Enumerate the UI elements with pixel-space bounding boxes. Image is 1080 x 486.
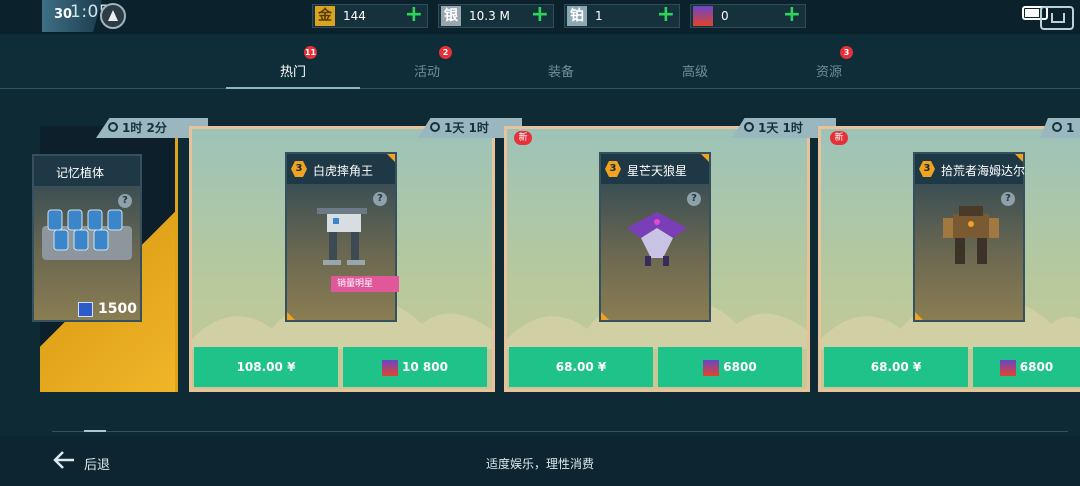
platinum-value: 1 (595, 9, 603, 23)
tab-events[interactable]: 2 活动 (360, 34, 494, 88)
implant-capsules-icon (42, 209, 132, 260)
bestseller-tag: 销量明星 (331, 276, 399, 292)
footer-slogan: 适度娱乐，理性消费 (485, 457, 594, 471)
tab-hot[interactable]: 11 热门 (226, 34, 360, 89)
currency-fire: 0 + (690, 2, 806, 28)
tab-equipment[interactable]: 装备 (494, 34, 628, 88)
buy-money-button[interactable]: 108.00 ¥ (194, 347, 338, 387)
clock-icon (108, 122, 118, 132)
offer-panel: 3 星芒天狼星 ? (599, 152, 711, 322)
offer-timer-text: 1时 2分 (122, 121, 167, 135)
tab-events-label: 活动 (413, 65, 440, 80)
gold-value: 144 (343, 9, 366, 23)
add-fire-button[interactable]: + (783, 2, 801, 28)
tab-premium[interactable]: 高级 (628, 34, 762, 88)
offer-name: 记忆植体 (56, 166, 105, 180)
buy-fire-button[interactable]: 10 800 (343, 347, 487, 387)
rank-icon[interactable] (100, 3, 126, 29)
exit-icon[interactable] (1040, 6, 1074, 30)
tab-resources-label: 资源 (815, 65, 842, 80)
tab-resources-badge: 3 (840, 46, 853, 59)
fire-icon (703, 359, 720, 376)
currency-platinum: 铂 1 + (564, 2, 680, 28)
platinum-icon: 铂 (567, 6, 587, 26)
tab-hot-label: 热门 (279, 65, 306, 80)
fire-icon (382, 359, 399, 376)
buy-fire-price: 6800 (723, 360, 757, 374)
tab-hot-badge: 11 (304, 46, 317, 59)
add-gold-button[interactable]: + (405, 2, 423, 28)
offer-panel: 3 拾荒者海姆达尔 ? (913, 152, 1025, 322)
currency-gold: 金 144 + (312, 2, 428, 28)
offer-timer: 1 (1040, 118, 1080, 138)
add-platinum-button[interactable]: + (657, 2, 675, 28)
offer-timer-text: 1天 1时 (444, 121, 489, 135)
buy-fire-price: 6800 (1019, 360, 1054, 374)
tab-premium-label: 高级 (681, 65, 708, 80)
white-tiger-mech-icon (317, 208, 367, 265)
carousel-scroll-thumb[interactable] (84, 430, 106, 432)
clock-icon (430, 122, 440, 132)
clock-icon (1052, 122, 1062, 132)
shop-tabs: 11 热门 2 活动 装备 高级 3 资源 (0, 34, 1080, 89)
offer-timer-text: 1天 1时 (758, 121, 803, 135)
offer-name: 白虎摔角王 (313, 164, 374, 178)
fire-value: 0 (721, 9, 729, 23)
buy-fire-price: 10 800 (402, 360, 448, 374)
offer-name: 星芒天狼星 (627, 164, 688, 178)
currency-silver: 银 10.3 M + (438, 2, 554, 28)
crystal-icon (78, 302, 93, 317)
new-badge: 新 (830, 131, 848, 145)
fire-icon (999, 359, 1016, 376)
clock-icon (744, 122, 754, 132)
carousel-scroll-track[interactable] (52, 431, 1068, 432)
buy-money-button[interactable]: 68.00 ¥ (824, 347, 968, 387)
silver-icon: 银 (441, 6, 461, 26)
tab-resources[interactable]: 3 资源 (762, 34, 896, 88)
tab-events-badge: 2 (439, 46, 452, 59)
add-silver-button[interactable]: + (531, 2, 549, 28)
offer-panel: 3 白虎摔角王 ? 销量明星 (285, 152, 399, 322)
offer-price-crystal: 1500 (98, 301, 137, 317)
offer-panel: 记忆植体 ? 1500 (32, 154, 142, 322)
gold-icon: 金 (315, 6, 335, 26)
buy-fire-button[interactable]: 6800 (973, 347, 1080, 387)
offer-name: 拾荒者海姆达尔 (941, 164, 1026, 178)
star-sirius-mech-icon (627, 212, 687, 266)
buy-fire-button[interactable]: 6800 (658, 347, 802, 387)
tab-equipment-label: 装备 (547, 65, 574, 80)
silver-value: 10.3 M (469, 9, 510, 23)
heimdall-mech-icon (943, 206, 999, 264)
fire-icon (693, 6, 713, 26)
offer-timer-text: 1 (1066, 121, 1075, 135)
new-badge: 新 (514, 131, 532, 145)
buy-money-button[interactable]: 68.00 ¥ (509, 347, 653, 387)
